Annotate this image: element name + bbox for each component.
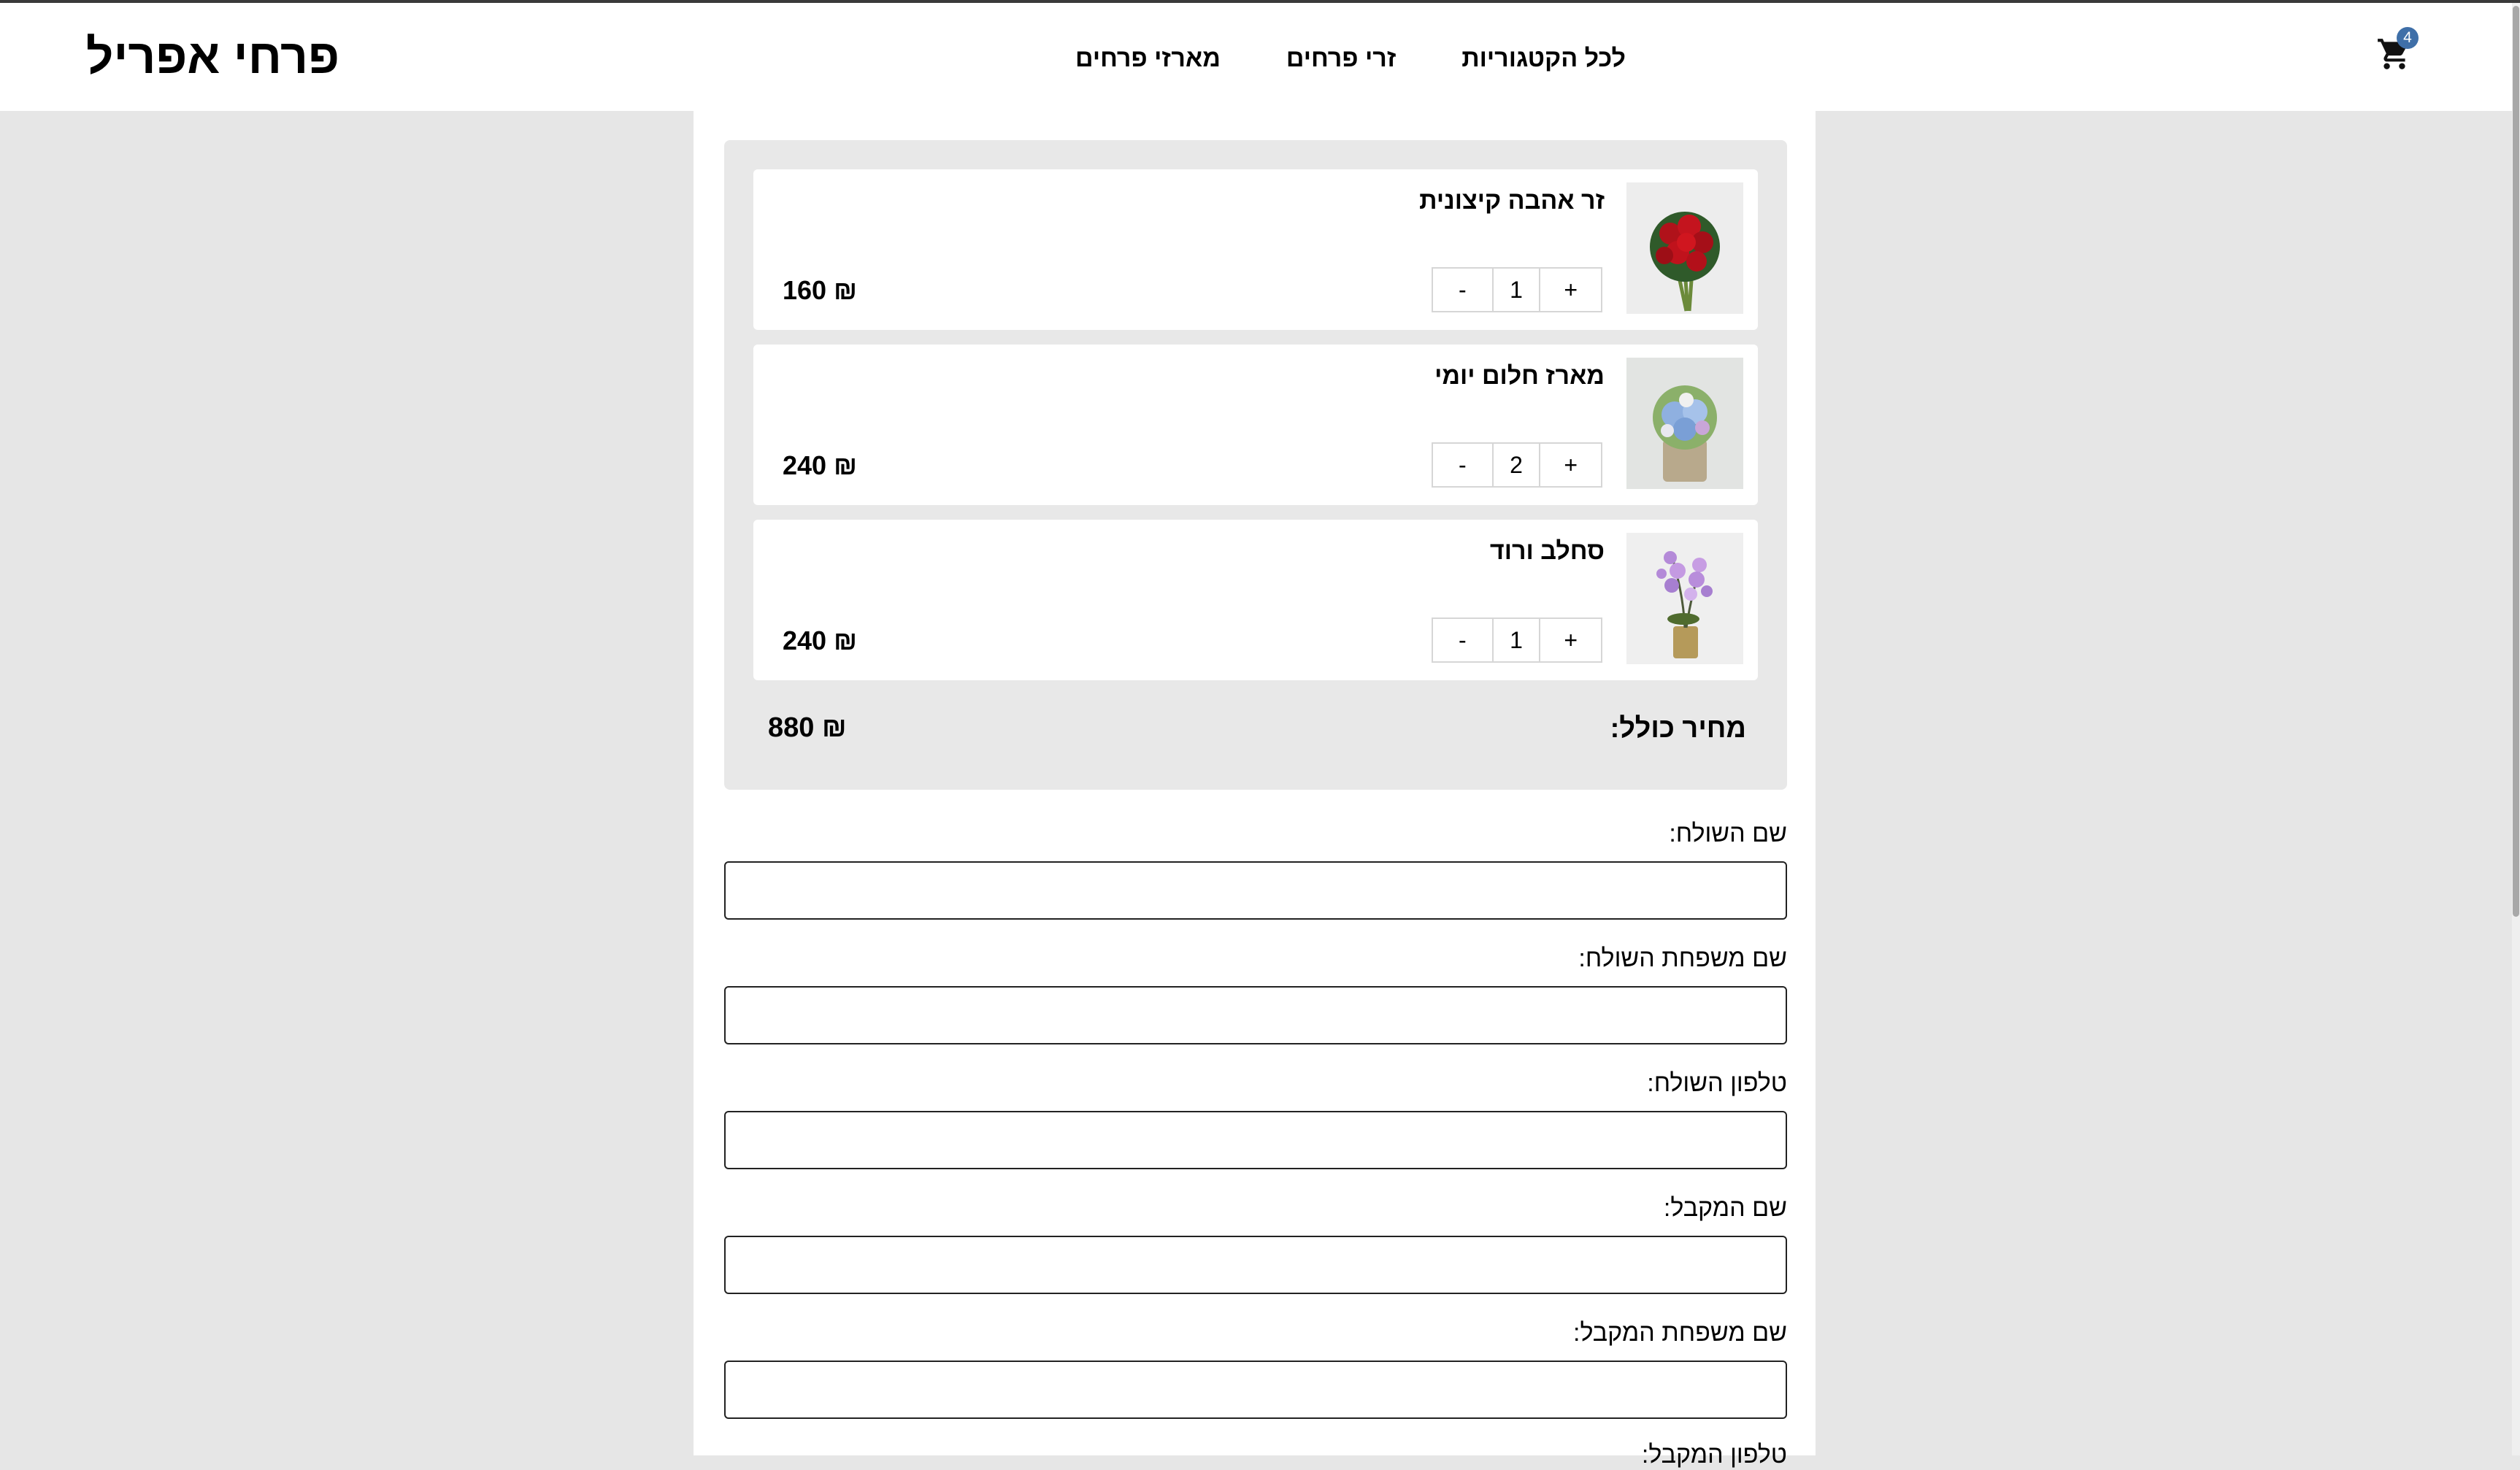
item-name[interactable]: זר אהבה קיצונית <box>1419 185 1605 216</box>
sender-phone-input[interactable] <box>724 1111 1787 1169</box>
cart-item: מארז חלום יומי - 2 + 240 ₪ <box>753 345 1758 505</box>
decrease-button[interactable]: - <box>1433 619 1494 661</box>
sender-phone-label: טלפון השולח: <box>1647 1069 1787 1097</box>
increase-button[interactable]: + <box>1540 444 1601 486</box>
nav-flower-boxes[interactable]: מארזי פרחים <box>1075 42 1221 74</box>
site-logo[interactable]: פרחי אפריל <box>86 28 339 85</box>
product-image-red-roses <box>1626 182 1743 314</box>
scrollbar-thumb[interactable] <box>2513 6 2519 917</box>
item-name[interactable]: מארז חלום יומי <box>1434 361 1605 391</box>
recipient-phone-label: טלפון המקבל: <box>1641 1441 1787 1469</box>
product-image-hydrangea-box <box>1626 358 1743 489</box>
sender-first-name-input[interactable] <box>724 861 1787 920</box>
cart-count-badge: 4 <box>2397 27 2419 49</box>
recipient-last-name-label: שם משפחת המקבל: <box>1573 1319 1787 1347</box>
quantity-value: 1 <box>1494 619 1541 661</box>
item-name[interactable]: סחלב ורוד <box>1490 536 1605 566</box>
quantity-stepper: - 1 + <box>1432 617 1602 663</box>
item-price: 160 ₪ <box>783 275 857 305</box>
decrease-button[interactable]: - <box>1433 269 1494 311</box>
total-value: 880 ₪ <box>768 712 847 743</box>
quantity-stepper: - 1 + <box>1432 267 1602 312</box>
cart-item: זר אהבה קיצונית - 1 + 160 ₪ <box>753 169 1758 330</box>
product-image-orchid <box>1626 533 1743 664</box>
item-price: 240 ₪ <box>783 626 857 655</box>
nav-all-categories[interactable]: לכל הקטגוריות <box>1461 42 1626 74</box>
recipient-first-name-label: שם המקבל: <box>1663 1194 1787 1222</box>
item-price: 240 ₪ <box>783 450 857 480</box>
increase-button[interactable]: + <box>1540 619 1601 661</box>
decrease-button[interactable]: - <box>1433 444 1494 486</box>
cart-item: סחלב ורוד - 1 + 240 ₪ <box>753 520 1758 680</box>
sender-last-name-input[interactable] <box>724 986 1787 1044</box>
site-header: פרחי אפריל לכל הקטגוריות זרי פרחים מארזי… <box>0 3 2520 111</box>
quantity-value: 1 <box>1494 269 1541 311</box>
total-label: מחיר כולל: <box>1610 713 1746 744</box>
recipient-first-name-input[interactable] <box>724 1236 1787 1294</box>
quantity-value: 2 <box>1494 444 1541 486</box>
sender-first-name-label: שם השולח: <box>1669 820 1787 847</box>
increase-button[interactable]: + <box>1540 269 1601 311</box>
sender-last-name-label: שם משפחת השולח: <box>1578 944 1787 972</box>
main-nav: לכל הקטגוריות זרי פרחים מארזי פרחים <box>1075 42 1626 74</box>
nav-bouquets[interactable]: זרי פרחים <box>1286 42 1396 74</box>
recipient-last-name-input[interactable] <box>724 1361 1787 1419</box>
quantity-stepper: - 2 + <box>1432 442 1602 488</box>
